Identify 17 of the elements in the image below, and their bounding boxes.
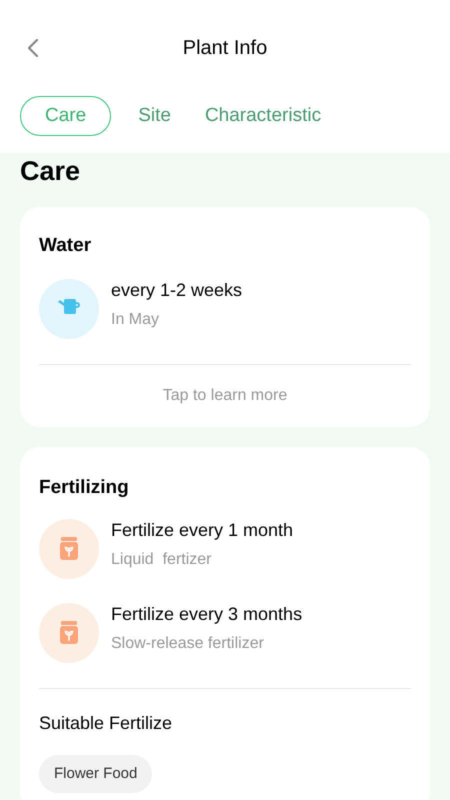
back-icon[interactable] — [26, 38, 40, 58]
card-title: Water — [39, 234, 92, 258]
item-subtitle: In May — [111, 310, 160, 330]
item-title: Fertilize every 1 month — [111, 519, 294, 542]
card-title: Fertilizing — [39, 476, 130, 500]
tab[interactable]: Characteristic — [198, 96, 328, 136]
learn-more-link[interactable]: Tap to learn more — [162, 384, 288, 408]
item-title: Fertilize every 3 months — [111, 603, 302, 626]
tab[interactable]: Care — [20, 96, 112, 136]
tab[interactable]: Site — [131, 96, 178, 136]
page-title: Plant Info — [182, 36, 268, 61]
item-title: every 1-2 weeks — [111, 279, 242, 302]
item-subtitle: Liquid fertizer — [111, 550, 212, 570]
section-heading: Care — [20, 155, 82, 188]
item-subtitle: Slow-release fertilizer — [111, 634, 265, 654]
suitable-heading: Suitable Fertilize — [39, 712, 174, 735]
fertilizer-tag[interactable]: Flower Food — [39, 755, 152, 793]
